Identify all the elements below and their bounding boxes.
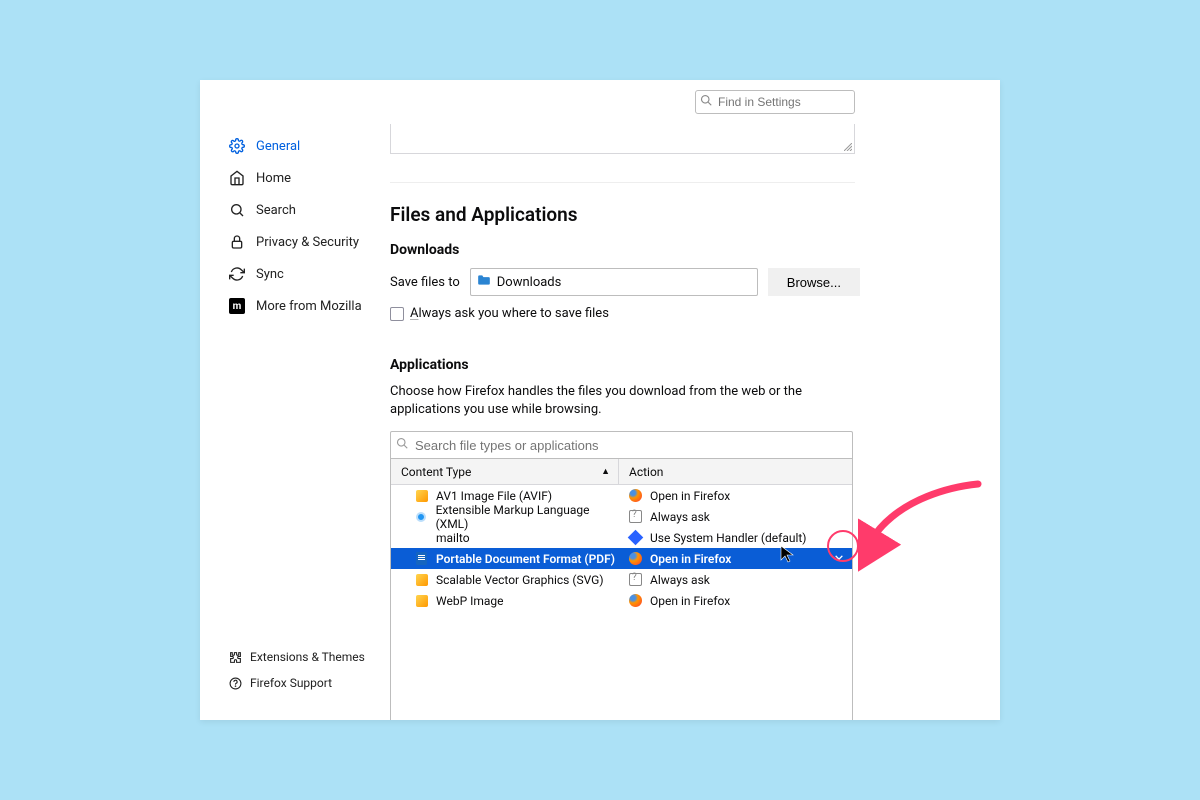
always-ask-label: AAlways ask you where to save fileslways… — [410, 306, 609, 321]
find-in-settings-wrap — [695, 90, 855, 114]
sidebar-item-mozilla[interactable]: m More from Mozilla — [228, 290, 390, 322]
save-path-value: Downloads — [497, 275, 562, 290]
applications-heading: Applications — [390, 357, 860, 373]
table-row[interactable]: Scalable Vector Graphics (SVG) Always as… — [391, 569, 852, 590]
lock-icon — [228, 233, 246, 251]
home-icon — [228, 169, 246, 187]
main-pane: Files and Applications Downloads Save fi… — [390, 124, 1000, 720]
sidebar-item-extensions[interactable]: Extensions & Themes — [228, 644, 390, 670]
sidebar-item-general[interactable]: General — [228, 130, 390, 162]
puzzle-icon — [228, 650, 242, 664]
filetype-search-input[interactable] — [390, 431, 853, 459]
sort-asc-icon: ▲ — [601, 466, 610, 477]
filetype-search-wrap — [390, 431, 853, 459]
blank-icon — [415, 531, 428, 544]
settings-window: General Home Search — [200, 80, 1000, 720]
image-file-icon — [415, 594, 428, 607]
save-path-input[interactable]: Downloads — [470, 268, 758, 296]
sidebar-bottom: Extensions & Themes Firefox Support — [228, 644, 390, 710]
sidebar-item-label: Sync — [256, 267, 284, 282]
firefox-icon — [629, 594, 642, 607]
sidebar-item-label: Extensions & Themes — [250, 650, 365, 664]
downloads-heading: Downloads — [390, 242, 860, 258]
browse-button[interactable]: Browse... — [768, 268, 860, 296]
always-ask-row[interactable]: AAlways ask you where to save fileslways… — [390, 306, 860, 321]
search-icon — [700, 94, 712, 110]
sidebar-top: General Home Search — [228, 130, 390, 644]
section-title: Files and Applications — [390, 203, 860, 226]
pdf-file-icon — [415, 552, 428, 565]
question-icon — [228, 676, 242, 690]
firefox-icon — [629, 489, 642, 502]
sidebar-item-label: Home — [256, 171, 291, 186]
search-icon — [228, 201, 246, 219]
sidebar-item-sync[interactable]: Sync — [228, 258, 390, 290]
image-file-icon — [415, 489, 428, 502]
table-row[interactable]: WebP Image Open in Firefox — [391, 590, 852, 611]
filetype-table: Content Type ▲ Action AV1 Image File (AV… — [390, 459, 853, 720]
folder-icon — [477, 274, 491, 290]
xml-file-icon — [415, 510, 428, 523]
table-row-selected[interactable]: Portable Document Format (PDF) Open in F… — [391, 548, 852, 569]
applications-description: Choose how Firefox handles the files you… — [390, 383, 850, 419]
chevron-down-icon[interactable] — [834, 552, 844, 565]
search-icon — [396, 437, 408, 453]
table-header: Content Type ▲ Action — [391, 459, 852, 485]
find-in-settings-input[interactable] — [695, 90, 855, 114]
resize-handle-icon — [844, 143, 852, 151]
column-content-type[interactable]: Content Type ▲ — [391, 459, 619, 484]
section-separator — [390, 182, 855, 183]
image-file-icon — [415, 573, 428, 586]
save-files-row: Save files to Downloads Browse... — [390, 268, 860, 296]
content-area: General Home Search — [200, 80, 1000, 720]
sidebar-item-search[interactable]: Search — [228, 194, 390, 226]
sidebar-item-label: Privacy & Security — [256, 235, 359, 250]
sync-icon — [228, 265, 246, 283]
always-ask-checkbox[interactable] — [390, 307, 404, 321]
table-row[interactable]: mailto Use System Handler (default) — [391, 527, 852, 548]
ask-icon — [629, 510, 642, 523]
table-row[interactable]: Extensible Markup Language (XML) Always … — [391, 506, 852, 527]
system-handler-icon — [629, 531, 642, 544]
gear-icon — [228, 137, 246, 155]
ask-icon — [629, 573, 642, 586]
sidebar-item-support[interactable]: Firefox Support — [228, 670, 390, 696]
sidebar-item-label: More from Mozilla — [256, 299, 362, 314]
firefox-icon — [629, 552, 642, 565]
sidebar-item-label: General — [256, 139, 300, 154]
sidebar-item-label: Firefox Support — [250, 676, 332, 690]
column-action[interactable]: Action — [619, 465, 852, 479]
sidebar-item-privacy[interactable]: Privacy & Security — [228, 226, 390, 258]
language-box-partial — [390, 124, 855, 154]
mozilla-icon: m — [228, 297, 246, 315]
sidebar-item-label: Search — [256, 203, 296, 218]
sidebar: General Home Search — [200, 124, 390, 720]
save-files-label: Save files to — [390, 275, 460, 290]
sidebar-item-home[interactable]: Home — [228, 162, 390, 194]
